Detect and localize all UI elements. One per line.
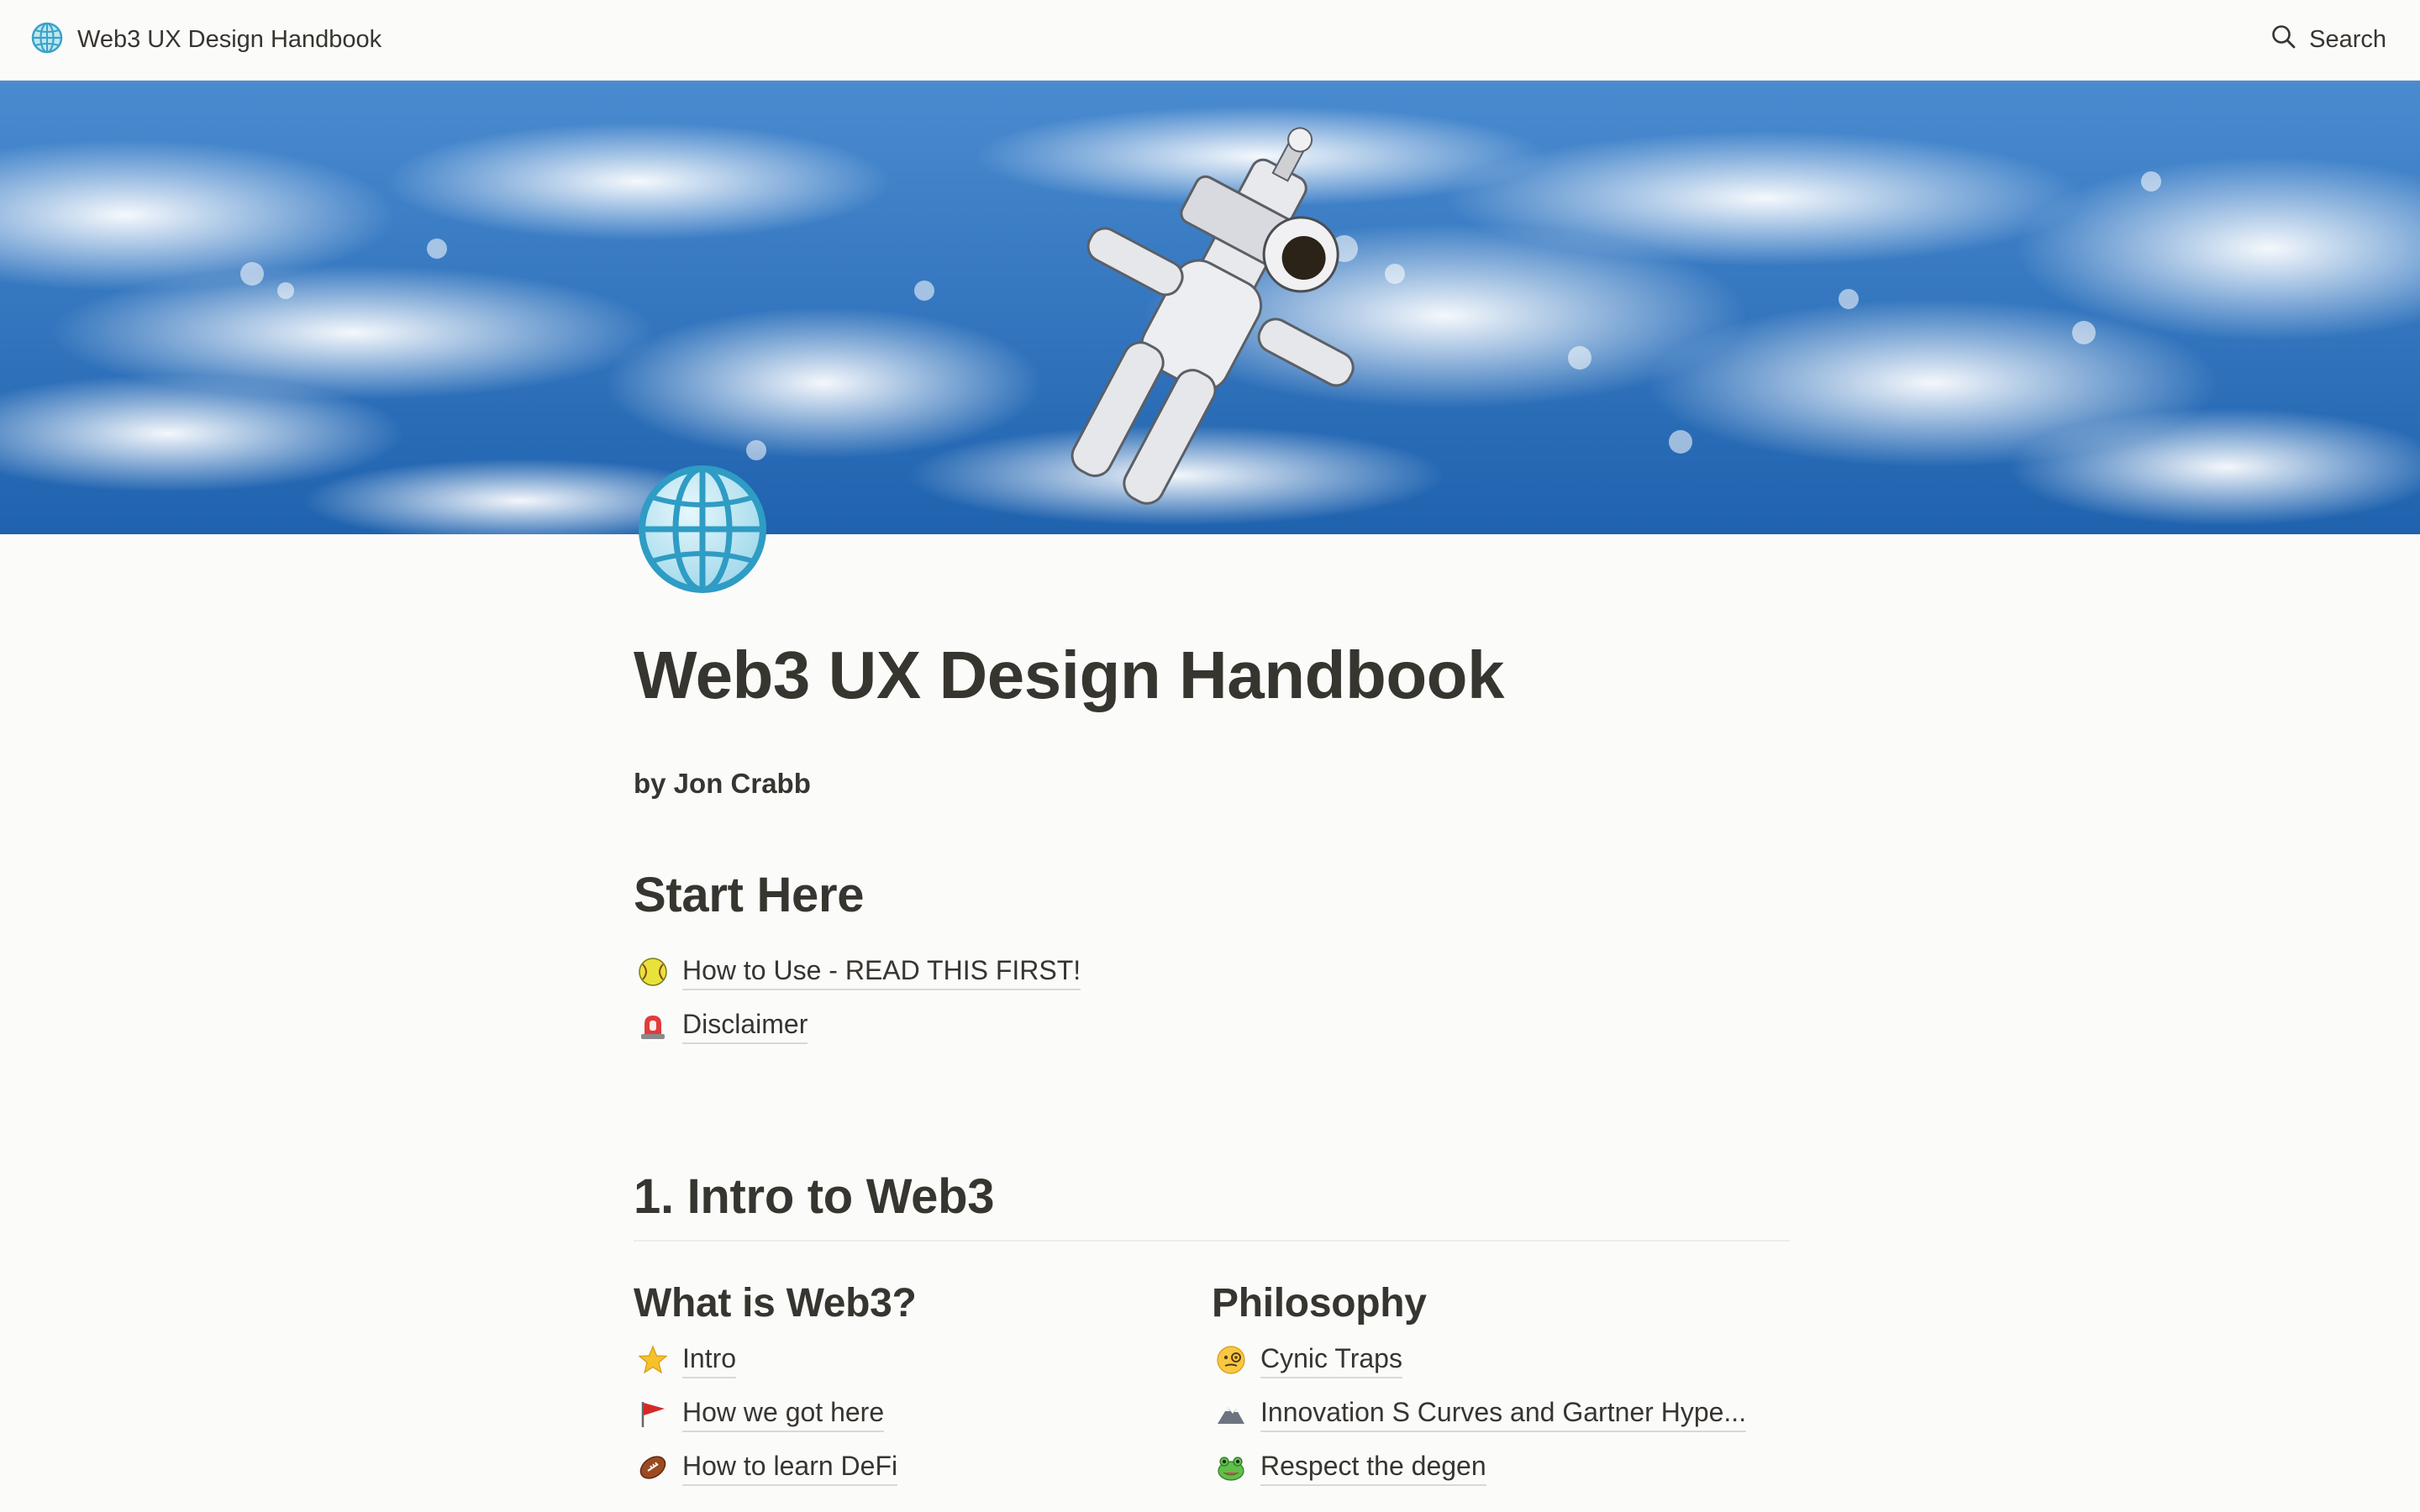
column-philosophy: Philosophy Cynic Traps Innovation S Curv… (1212, 1280, 1790, 1494)
breadcrumb-title: Web3 UX Design Handbook (77, 26, 382, 53)
monocle-face-icon (1213, 1342, 1249, 1378)
globe-icon (30, 21, 64, 59)
link-how-we-got-here[interactable]: How we got here (634, 1387, 1212, 1441)
link-intro[interactable]: Intro (634, 1333, 1212, 1387)
page-title: Web3 UX Design Handbook (634, 638, 1505, 712)
search-button[interactable]: Search (2270, 24, 2386, 57)
link-label: How to Use - READ THIS FIRST! (682, 953, 1081, 990)
link-disclaimer[interactable]: Disclaimer (634, 999, 1790, 1053)
breadcrumb-home-link[interactable]: Web3 UX Design Handbook (30, 21, 381, 59)
link-label: Respect the degen (1260, 1449, 1486, 1486)
link-label: How to learn DeFi (682, 1449, 898, 1486)
search-label: Search (2309, 26, 2386, 53)
link-label: How we got here (682, 1395, 885, 1432)
start-here-list: How to Use - READ THIS FIRST! Disclaimer (634, 945, 1790, 1053)
football-icon (635, 1450, 671, 1485)
link-label: Innovation S Curves and Gartner Hype... (1260, 1395, 1747, 1432)
frog-icon (1213, 1450, 1249, 1485)
link-how-to-learn-defi[interactable]: How to learn DeFi (634, 1441, 1212, 1494)
link-cynic-traps[interactable]: Cynic Traps (1212, 1333, 1790, 1387)
link-label: Disclaimer (682, 1007, 808, 1044)
search-icon (2270, 24, 2297, 57)
mountain-icon (1213, 1396, 1249, 1431)
siren-icon (635, 1008, 671, 1043)
link-respect-the-degen[interactable]: Respect the degen (1212, 1441, 1790, 1494)
cover-image (0, 81, 2420, 534)
top-bar: Web3 UX Design Handbook Search (0, 0, 2420, 81)
star-icon (635, 1342, 671, 1378)
intro-columns: What is Web3? Intro How we got here How … (634, 1280, 1790, 1494)
philosophy-heading: Philosophy (1212, 1281, 1427, 1326)
link-how-to-use[interactable]: How to Use - READ THIS FIRST! (634, 945, 1790, 999)
link-innovation-s-curves[interactable]: Innovation S Curves and Gartner Hype... (1212, 1387, 1790, 1441)
column-what-is-web3: What is Web3? Intro How we got here How … (634, 1280, 1212, 1494)
flag-icon (635, 1396, 671, 1431)
link-label: Intro (682, 1341, 737, 1378)
what-is-web3-heading: What is Web3? (634, 1281, 917, 1326)
start-here-heading: Start Here (634, 868, 865, 922)
globe-icon[interactable] (635, 462, 770, 596)
intro-heading: 1. Intro to Web3 (634, 1168, 1790, 1242)
softball-icon (635, 954, 671, 990)
link-label: Cynic Traps (1260, 1341, 1402, 1378)
byline: by Jon Crabb (634, 768, 811, 799)
page-content: Web3 UX Design Handbook by Jon Crabb Sta… (634, 638, 1790, 1494)
